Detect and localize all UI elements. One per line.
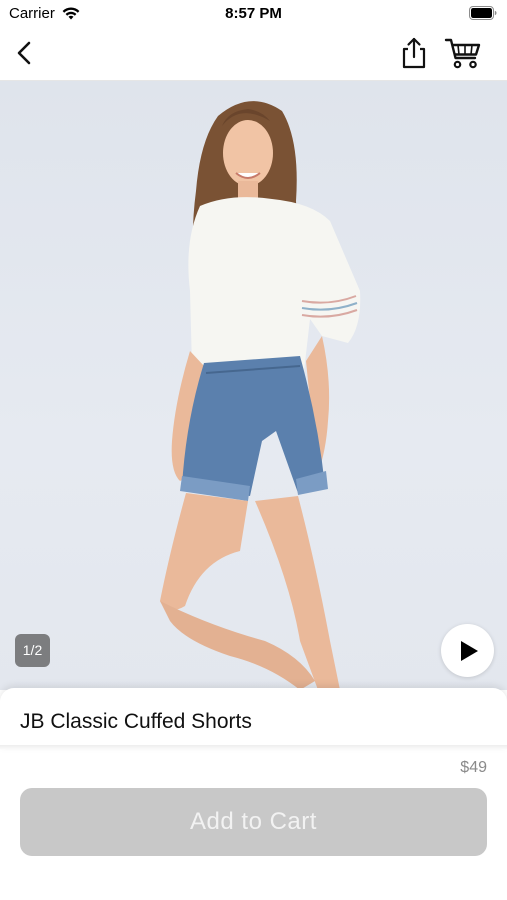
play-video-button[interactable] (441, 624, 494, 677)
product-detail-screen: Carrier 8:57 PM 1/2 JB Classic Cuffed Sh… (0, 0, 507, 900)
chevron-left-icon[interactable] (10, 38, 40, 68)
image-page-indicator: 1/2 (15, 634, 50, 667)
share-icon[interactable] (398, 36, 430, 70)
section-divider (0, 745, 507, 749)
add-to-cart-button[interactable]: Add to Cart (20, 788, 487, 856)
product-image[interactable]: 1/2 (0, 81, 507, 690)
battery-icon (469, 6, 497, 20)
status-bar: Carrier 8:57 PM (0, 0, 507, 28)
model-photo-illustration (160, 101, 361, 690)
play-icon (461, 641, 478, 661)
clock-time: 8:57 PM (225, 5, 282, 22)
navigation-bar (0, 28, 507, 81)
cart-icon[interactable] (444, 36, 482, 70)
product-info-sheet: JB Classic Cuffed Shorts (0, 688, 507, 748)
product-title: JB Classic Cuffed Shorts (20, 710, 252, 733)
product-price: $49 (460, 759, 487, 776)
